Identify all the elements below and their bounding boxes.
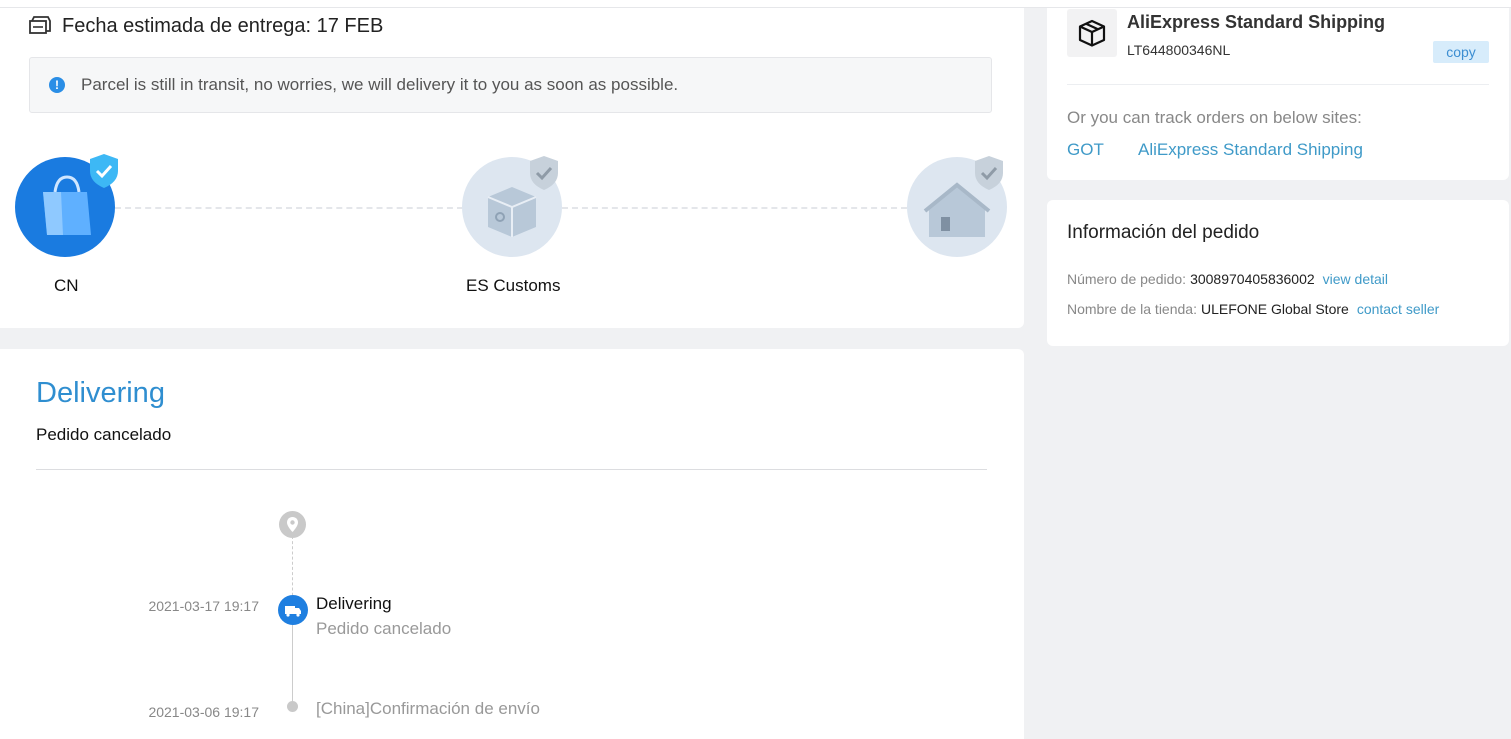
event-date: 2021-03-06 19:17 [148, 704, 259, 720]
eta-row: Fecha estimada de entrega: 17 FEB [28, 14, 383, 38]
verified-shield-icon [90, 154, 118, 188]
store-label: Nombre de la tienda: [1067, 301, 1197, 317]
copy-button[interactable]: copy [1433, 41, 1489, 63]
location-pin-icon [279, 511, 306, 538]
status-subtitle: Pedido cancelado [36, 425, 172, 444]
progress-node-label: CN [54, 276, 79, 295]
order-number-label: Número de pedido: [1067, 271, 1187, 287]
track-link-got[interactable]: GOT [1067, 140, 1104, 160]
delivery-estimate-card: Fecha estimada de entrega: 17 FEB ! Parc… [0, 8, 1024, 328]
event-title: Delivering [316, 594, 392, 613]
progress-connector [562, 207, 907, 209]
carrier-card: AliExpress Standard Shipping LT644800346… [1047, 8, 1509, 180]
event-description: Pedido cancelado [316, 619, 452, 638]
view-detail-link[interactable]: view detail [1323, 271, 1388, 287]
truck-icon [278, 595, 308, 625]
tracking-details-card: Delivering Pedido cancelado 2021-03-17 1… [0, 349, 1024, 739]
notice-text: Parcel is still in transit, no worries, … [81, 75, 679, 94]
store-name: ULEFONE Global Store [1200, 301, 1349, 317]
shield-icon [975, 156, 1003, 190]
progress-connector [115, 207, 463, 209]
order-number-row: Número de pedido: 3008970405836002 view de… [1067, 271, 1388, 287]
carrier-name: AliExpress Standard Shipping [1127, 12, 1386, 32]
package-icon [1067, 9, 1117, 57]
track-link-aliexpress[interactable]: AliExpress Standard Shipping [1138, 140, 1363, 160]
order-info-title: Información del pedido [1067, 222, 1260, 243]
info-icon: ! [49, 77, 65, 93]
transit-notice: ! Parcel is still in transit, no worries… [29, 57, 992, 113]
order-info-card: Información del pedido Número de pedido:… [1047, 200, 1509, 346]
status-title: Delivering [36, 377, 165, 409]
event-date: 2021-03-17 19:17 [148, 598, 259, 614]
divider [36, 469, 987, 470]
eta-text: Fecha estimada de entrega: 17 FEB [62, 14, 384, 37]
event-description: [China]Confirmación de envío [316, 699, 540, 718]
contact-seller-link[interactable]: contact seller [1357, 301, 1439, 317]
store-row: Nombre de la tienda: ULEFONE Global Store… [1067, 301, 1439, 317]
progress-node-label: ES Customs [466, 276, 561, 295]
order-number-value: 3008970405836002 [1190, 271, 1315, 287]
divider [1067, 84, 1489, 85]
top-border [0, 0, 1511, 8]
tracking-number: LT644800346NL [1127, 42, 1231, 58]
track-sites-hint: Or you can track orders on below sites: [1067, 108, 1362, 127]
truck-calendar-icon [29, 16, 51, 34]
shield-icon [530, 156, 558, 190]
timeline-connector [292, 624, 293, 704]
timeline-dot [287, 701, 298, 712]
